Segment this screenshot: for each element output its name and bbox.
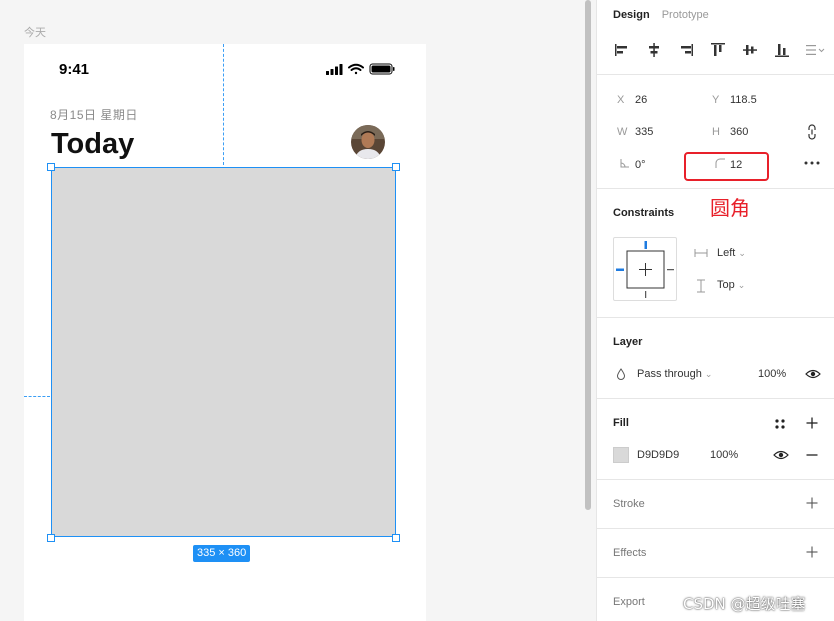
align-top-icon[interactable] — [709, 42, 727, 58]
remove-fill-minus-icon[interactable] — [806, 454, 818, 456]
align-bottom-icon[interactable] — [773, 42, 791, 58]
constraint-left-active — [616, 268, 624, 271]
effects-title: Effects — [613, 547, 647, 559]
battery-icon — [369, 63, 395, 75]
align-right-icon[interactable] — [677, 42, 695, 58]
chevron-down-icon: ⌄ — [737, 280, 746, 290]
blend-mode-value: Pass through — [637, 368, 702, 380]
fill-opacity-value: 100% — [710, 449, 739, 461]
height-field[interactable]: H 360 — [712, 126, 748, 138]
page-title: Today — [51, 128, 135, 160]
avatar-image — [351, 125, 385, 159]
selected-rectangle[interactable] — [51, 167, 396, 537]
y-field[interactable]: Y 118.5 — [712, 94, 757, 106]
divider — [597, 528, 834, 529]
constraint-top-active — [644, 241, 647, 249]
horizontal-measure-guide — [24, 396, 50, 397]
y-label: Y — [712, 94, 720, 106]
horizontal-constraint-icon — [694, 249, 708, 257]
add-fill-plus-icon[interactable] — [806, 417, 818, 429]
figma-window: 今天 9:41 8月15日 星期日 Today 335 × 360 Design… — [0, 0, 834, 621]
alignment-toolbar — [613, 42, 827, 58]
chevron-down-icon: ⌄ — [704, 369, 713, 379]
vertical-constraint-value: Top — [717, 279, 735, 291]
distribute-icon[interactable] — [805, 42, 827, 58]
fill-opacity-field[interactable]: 100% — [710, 449, 738, 461]
constraints-title: Constraints — [613, 207, 675, 219]
align-horizontal-center-icon[interactable] — [645, 42, 663, 58]
canvas[interactable]: 今天 9:41 8月15日 星期日 Today 335 × 360 — [0, 0, 584, 621]
add-effect-plus-icon[interactable] — [806, 546, 818, 558]
vertical-measure-guide — [223, 44, 224, 165]
blend-mode-icon — [616, 368, 626, 380]
tab-design[interactable]: Design — [613, 9, 650, 21]
resize-handle-bottom-right[interactable] — [392, 534, 400, 542]
resize-handle-top-left[interactable] — [47, 163, 55, 171]
fill-hex-value: D9D9D9 — [637, 449, 680, 461]
divider — [597, 317, 834, 318]
vertical-constraint-icon — [697, 279, 705, 293]
corner-radius-highlight-box — [684, 152, 769, 181]
x-label: X — [617, 94, 625, 106]
y-value: 118.5 — [730, 94, 757, 106]
export-title: Export — [613, 596, 645, 608]
height-value: 360 — [730, 126, 749, 138]
fill-color-swatch[interactable] — [613, 447, 629, 463]
avatar[interactable] — [351, 125, 385, 159]
date-label: 8月15日 星期日 — [50, 108, 138, 122]
align-left-icon[interactable] — [613, 42, 631, 58]
constrain-proportions-icon[interactable] — [805, 124, 819, 140]
rotation-icon — [620, 159, 629, 168]
divider — [597, 479, 834, 480]
constraints-diagram — [616, 241, 674, 298]
align-vertical-center-icon[interactable] — [741, 42, 759, 58]
add-stroke-plus-icon[interactable] — [806, 497, 818, 509]
frame-label[interactable]: 今天 — [24, 24, 46, 40]
vertical-constraint-dropdown[interactable]: Top ⌄ — [717, 279, 745, 291]
chevron-down-icon: ⌄ — [738, 248, 746, 258]
resize-handle-top-right[interactable] — [392, 163, 400, 171]
horizontal-constraint-value: Left — [717, 247, 736, 259]
rotation-field[interactable]: 0° — [617, 158, 646, 171]
divider — [597, 577, 834, 578]
layer-opacity-field[interactable]: 100% — [758, 368, 786, 380]
x-value: 26 — [635, 94, 648, 106]
status-bar-time: 9:41 — [59, 61, 90, 78]
tab-prototype[interactable]: Prototype — [662, 9, 709, 21]
rotation-value: 0° — [635, 159, 646, 171]
corner-radius-annotation: 圆角 — [710, 196, 750, 220]
stroke-title: Stroke — [613, 498, 645, 510]
wifi-icon — [348, 63, 364, 75]
fill-visibility-eye-icon[interactable] — [773, 449, 789, 461]
signal-icon — [326, 64, 343, 75]
watermark: CSDN @超级哇塞 — [683, 595, 806, 613]
blend-mode-dropdown[interactable]: Pass through ⌄ — [637, 368, 712, 380]
more-options-icon[interactable] — [804, 161, 820, 165]
status-bar-icons — [326, 63, 395, 75]
width-value: 335 — [635, 126, 654, 138]
layer-opacity-value: 100% — [758, 368, 787, 380]
properties-panel: Design Prototype X 26 Y 118.5 W 335 H 360 — [596, 0, 834, 621]
fill-hex-field[interactable]: D9D9D9 — [637, 449, 679, 461]
x-field[interactable]: X 26 — [617, 94, 647, 106]
canvas-scrollbar-thumb[interactable] — [585, 0, 591, 510]
divider — [597, 74, 834, 75]
divider — [597, 398, 834, 399]
size-badge: 335 × 360 — [193, 545, 251, 562]
resize-handle-bottom-left[interactable] — [47, 534, 55, 542]
fill-styles-icon[interactable] — [774, 418, 786, 430]
width-field[interactable]: W 335 — [617, 126, 653, 138]
horizontal-constraint-dropdown[interactable]: Left ⌄ — [717, 247, 746, 259]
divider — [597, 188, 834, 189]
layer-title: Layer — [613, 336, 643, 348]
height-label: H — [712, 126, 720, 138]
constraints-widget[interactable] — [613, 237, 677, 301]
panel-tabs: Design Prototype — [613, 9, 709, 21]
fill-title: Fill — [613, 417, 629, 429]
width-label: W — [617, 126, 628, 138]
layer-visibility-eye-icon[interactable] — [805, 368, 821, 380]
